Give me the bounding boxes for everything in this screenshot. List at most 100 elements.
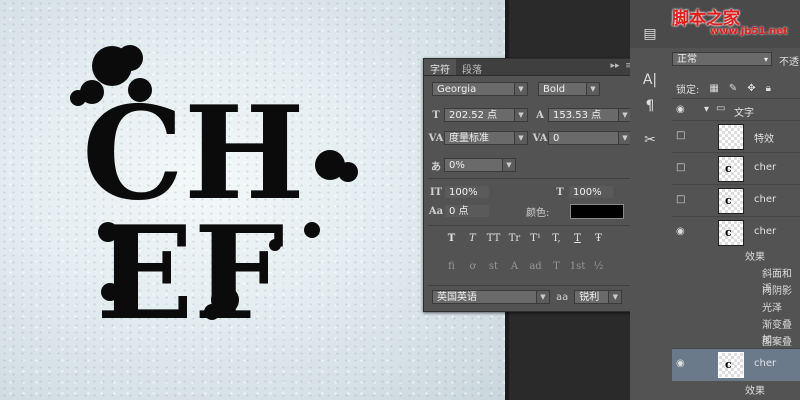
strikethrough-button[interactable]: Ŧ xyxy=(589,231,608,247)
alternate-icon[interactable]: A xyxy=(505,259,524,275)
disclosure-triangle-icon[interactable]: ▾ xyxy=(704,104,709,115)
blend-mode-select[interactable]: 正常 ▾ xyxy=(672,52,772,66)
chevron-down-icon: ▾ xyxy=(763,55,768,64)
vertical-scale-icon: IT xyxy=(429,186,443,198)
baseline-shift-icon: Aa xyxy=(428,205,444,217)
lock-label: 锁定: xyxy=(676,85,700,96)
character-panel-icon[interactable]: A| xyxy=(636,69,664,91)
lock-position-icon[interactable]: ✥ xyxy=(747,83,755,94)
visibility-eye-icon[interactable]: ◉ xyxy=(676,226,685,237)
tsume-value: 0% xyxy=(449,160,465,171)
tools-preset-icon[interactable]: ✂ xyxy=(636,129,664,151)
horizontal-scale-field[interactable]: 100% xyxy=(568,185,614,199)
leading-field[interactable]: 153.53 点 ▼ xyxy=(548,108,632,122)
blend-mode-value: 正常 xyxy=(677,54,697,65)
old-style-icon[interactable]: ơ xyxy=(463,259,482,275)
layer-row-selected[interactable]: ◉ c cher xyxy=(672,348,800,381)
site-watermark-url: www.jb51.net xyxy=(710,26,788,37)
character-panel[interactable]: 字符 段落 ▸▸ ≡ Georgia ▼ Bold ▼ T 202.52 点 ▼… xyxy=(423,58,637,312)
antialias-value: 锐利 xyxy=(579,292,600,303)
font-family-select[interactable]: Georgia ▼ xyxy=(432,82,528,96)
ordinal-icon[interactable]: T xyxy=(547,259,566,275)
layer-name: cher xyxy=(754,162,777,173)
layer-name: 文字 xyxy=(734,108,754,119)
kerning-icon: VA xyxy=(428,132,444,144)
font-size-field[interactable]: 202.52 点 ▼ xyxy=(444,108,528,122)
collapse-icon[interactable]: ▸▸ xyxy=(608,59,622,75)
chevron-down-icon: ▼ xyxy=(514,132,527,144)
language-select[interactable]: 英国英语 ▼ xyxy=(432,290,550,304)
titling-icon[interactable]: ad xyxy=(526,259,545,275)
effect-item[interactable]: 内阴影 xyxy=(762,282,792,297)
visibility-toggle-icon[interactable]: □ xyxy=(676,130,685,141)
divider xyxy=(428,285,630,286)
chevron-down-icon: ▼ xyxy=(514,109,527,121)
swash-icon[interactable]: st xyxy=(484,259,503,275)
art-line-2: EF xyxy=(96,199,284,349)
font-size-value: 202.52 点 xyxy=(449,110,498,121)
language-value: 英国英语 xyxy=(437,292,477,303)
kerning-select[interactable]: 度量标准 ▼ xyxy=(444,131,528,145)
lock-transparent-icon[interactable]: ▦ xyxy=(709,83,718,94)
layer-name: cher xyxy=(754,194,777,205)
vertical-scale-value: 100% xyxy=(449,187,478,198)
font-family-value: Georgia xyxy=(437,84,477,95)
superscript-button[interactable]: T¹ xyxy=(526,231,545,247)
fraction-icon[interactable]: 1st xyxy=(568,259,587,275)
history-icon[interactable]: ▤ xyxy=(636,23,664,45)
faux-italic-button[interactable]: T xyxy=(463,231,482,247)
layer-row[interactable]: □ c cher xyxy=(672,152,800,183)
color-label: 颜色: xyxy=(526,207,550,219)
paragraph-panel-icon[interactable]: ¶ xyxy=(636,95,664,117)
chevron-down-icon: ▼ xyxy=(502,159,515,171)
visibility-eye-icon[interactable]: ◉ xyxy=(676,104,685,115)
tracking-value: 0 xyxy=(553,133,560,144)
font-size-icon: T xyxy=(432,109,440,121)
layer-thumbnail: c xyxy=(718,188,744,214)
faux-bold-button[interactable]: T xyxy=(442,231,461,247)
horizontal-scale-icon: T xyxy=(556,186,564,198)
opacity-label: 不透 xyxy=(779,57,799,68)
leading-value: 153.53 点 xyxy=(553,110,602,121)
antialias-select[interactable]: 锐利 ▼ xyxy=(574,290,623,304)
visibility-toggle-icon[interactable]: □ xyxy=(676,162,685,173)
chevron-down-icon: ▼ xyxy=(536,291,549,303)
font-style-select[interactable]: Bold ▼ xyxy=(538,82,600,96)
text-color-swatch[interactable] xyxy=(570,204,624,219)
effects-label: 效果 xyxy=(745,386,765,397)
layer-row-group[interactable]: ◉ ▾ ▭ 文字 xyxy=(672,98,800,121)
layer-name: cher xyxy=(754,226,777,237)
visibility-eye-icon[interactable]: ◉ xyxy=(676,358,685,369)
layer-name: 特效 xyxy=(754,134,774,145)
tsume-field[interactable]: 0% ▼ xyxy=(444,158,516,172)
layer-row[interactable]: ◉ c cher xyxy=(672,216,800,247)
divider xyxy=(428,225,630,226)
tracking-icon: VA xyxy=(532,132,548,144)
half-icon[interactable]: ½ xyxy=(589,259,608,275)
panel-icon-strip: ▤ A| ¶ ✂ xyxy=(636,15,666,165)
lock-pixels-icon[interactable]: ✎ xyxy=(729,83,737,94)
ligature-icon[interactable]: fi xyxy=(442,259,461,275)
all-caps-button[interactable]: TT xyxy=(484,231,503,247)
tab-paragraph[interactable]: 段落 xyxy=(456,59,488,76)
opentype-buttons: fi ơ st A ad T 1st ½ xyxy=(442,259,608,275)
effects-label: 效果 xyxy=(745,252,765,263)
subscript-button[interactable]: T, xyxy=(547,231,566,247)
underline-button[interactable]: T xyxy=(568,231,587,247)
layer-thumbnail: c xyxy=(718,156,744,182)
effect-item[interactable]: 光泽 xyxy=(762,299,782,314)
antialias-label: aa xyxy=(556,291,569,303)
lock-all-icon[interactable]: 🔒︎ xyxy=(766,83,771,94)
layer-row[interactable]: □ 特效 xyxy=(672,120,800,151)
kerning-value: 度量标准 xyxy=(449,133,489,144)
vertical-scale-field[interactable]: 100% xyxy=(444,185,490,199)
layer-row[interactable]: □ c cher xyxy=(672,184,800,215)
tracking-field[interactable]: 0 ▼ xyxy=(548,131,632,145)
small-caps-button[interactable]: Tr xyxy=(505,231,524,247)
layer-thumbnail: c xyxy=(718,220,744,246)
baseline-shift-value: 0 点 xyxy=(449,206,469,217)
tab-character[interactable]: 字符 xyxy=(424,59,456,76)
baseline-shift-field[interactable]: 0 点 xyxy=(444,204,490,218)
folder-icon: ▭ xyxy=(716,103,726,114)
visibility-toggle-icon[interactable]: □ xyxy=(676,194,685,205)
